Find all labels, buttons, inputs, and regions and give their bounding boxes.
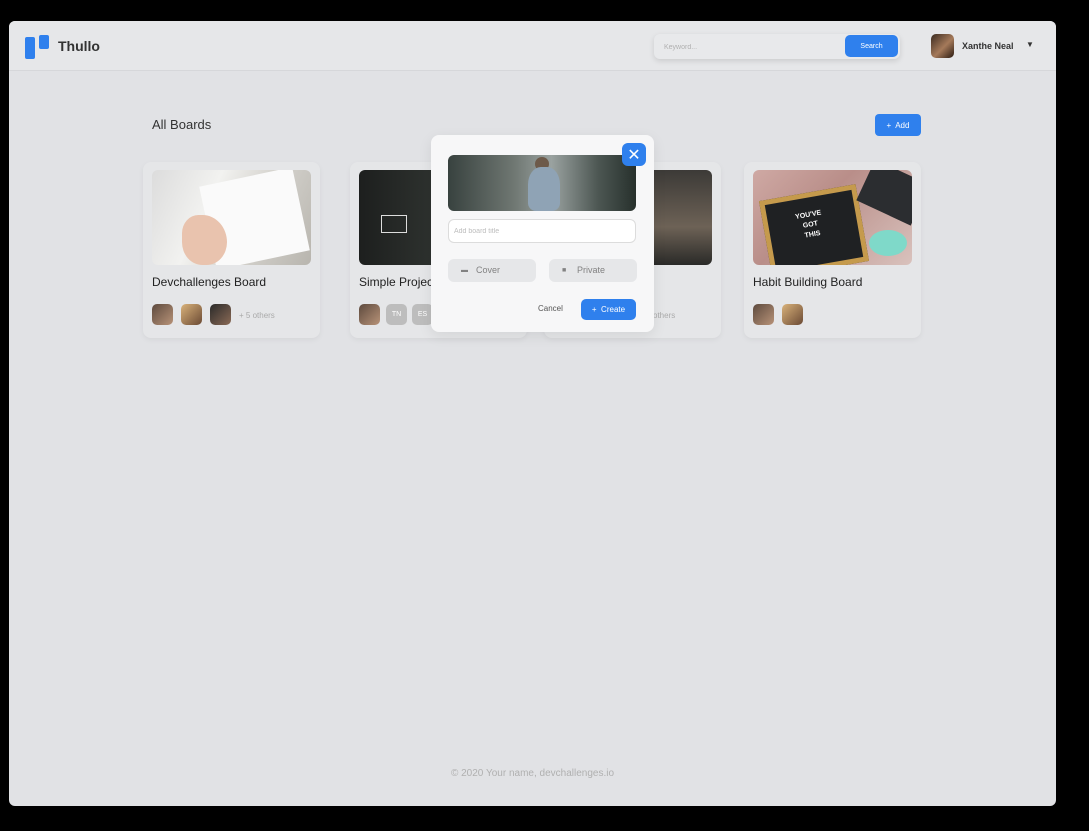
top-bar: Thullo Search Xanthe Neal ▼: [9, 21, 1056, 71]
board-title-input[interactable]: [448, 219, 636, 243]
search-bar: Search: [654, 34, 900, 59]
other-members-count: + 5 others: [239, 311, 275, 320]
board-card[interactable]: Devchallenges Board + 5 others: [143, 162, 320, 338]
board-cover-image: [152, 170, 311, 265]
app-title: Thullo: [58, 38, 100, 54]
user-name[interactable]: Xanthe Neal: [962, 41, 1014, 51]
create-button-label: Create: [601, 305, 626, 314]
plus-icon: +: [591, 305, 597, 314]
page-title: All Boards: [152, 117, 212, 132]
board-title: Devchallenges Board: [152, 275, 267, 289]
caret-down-icon[interactable]: ▼: [1026, 40, 1034, 49]
avatar: [210, 304, 231, 325]
close-icon[interactable]: ✕: [622, 143, 646, 166]
search-input[interactable]: [662, 39, 836, 55]
lock-icon: ■: [562, 267, 567, 274]
avatar: [753, 304, 774, 325]
avatar-initials: TN: [386, 304, 407, 325]
board-cover-image: YOU'VE GOT THIS: [753, 170, 912, 265]
cover-button[interactable]: ▬ Cover: [448, 259, 536, 282]
create-button[interactable]: + Create: [581, 299, 636, 320]
private-button[interactable]: ■ Private: [549, 259, 637, 282]
footer-copyright: © 2020 Your name, devchallenges.io: [450, 768, 615, 779]
board-title: Habit Building Board: [753, 275, 863, 289]
new-board-modal: ✕ ▬ Cover ■ Private Cancel + Create: [431, 135, 654, 332]
user-avatar[interactable]: [931, 34, 954, 58]
avatar-initials: ES: [412, 304, 433, 325]
other-members-count: others: [653, 311, 676, 320]
thullo-logo-icon[interactable]: [25, 35, 51, 59]
add-button-label: Add: [895, 120, 910, 130]
app-window: Thullo Search Xanthe Neal ▼ All Boards +…: [9, 21, 1056, 806]
avatar: [152, 304, 173, 325]
private-label: Private: [577, 265, 606, 275]
image-icon: ▬: [461, 267, 468, 274]
board-cover-preview: [448, 155, 636, 211]
add-board-button[interactable]: + Add: [875, 114, 921, 136]
avatar: [359, 304, 380, 325]
cover-label: Cover: [476, 265, 501, 275]
board-title: Simple Project: [359, 275, 437, 289]
plus-icon: +: [886, 120, 892, 130]
cancel-button[interactable]: Cancel: [538, 304, 563, 313]
avatar: [181, 304, 202, 325]
search-button[interactable]: Search: [845, 35, 898, 57]
board-card[interactable]: YOU'VE GOT THIS Habit Building Board: [744, 162, 921, 338]
avatar: [782, 304, 803, 325]
